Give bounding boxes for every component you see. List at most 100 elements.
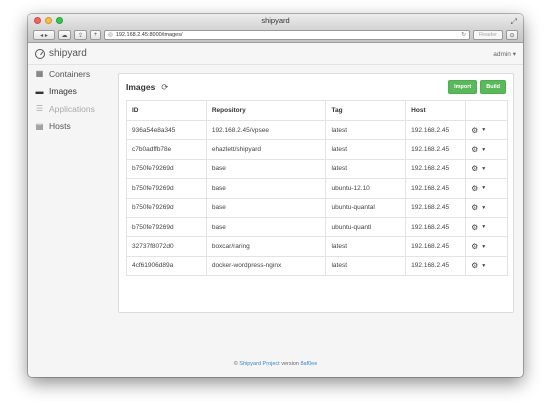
gear-icon: ⚙	[471, 125, 479, 135]
address-bar[interactable]: ◎ 192.168.2.45:8000/images/ ↻	[104, 30, 470, 40]
host-cell: 192.168.2.45	[405, 236, 467, 257]
row-actions-dropdown[interactable]: ⚙ ▼	[471, 126, 486, 135]
host-cell: 192.168.2.45	[405, 119, 467, 141]
sidebar: ▦ Containers ▬ Images ☰ Applications ▤ H…	[28, 65, 116, 135]
row-actions-dropdown[interactable]: ⚙ ▼	[471, 164, 486, 173]
version-link[interactable]: 8af0ee	[300, 361, 317, 367]
globe-icon: ◎	[108, 32, 113, 38]
table-row: c7b0adffb78e ehazlett/shipyard latest 19…	[126, 139, 508, 160]
shipyard-project-link[interactable]: Shipyard Project	[239, 361, 279, 367]
table-row: b750fe79269d base latest 192.168.2.45 ⚙ ▼	[126, 158, 508, 180]
share-icon[interactable]: ⇪	[74, 30, 87, 40]
table-row: 4cf61906d89a docker-wordpress-nginx late…	[126, 255, 508, 277]
tag-cell: latest	[325, 158, 407, 180]
server-icon: ▤	[35, 121, 44, 131]
sidebar-item-containers[interactable]: ▦ Containers	[28, 65, 116, 83]
caret-down-icon: ▼	[481, 165, 487, 172]
user-menu[interactable]: admin ▾	[493, 50, 516, 58]
images-panel: Images ⟳ Import Build ID Repository Tag …	[118, 73, 514, 313]
table-row: 936a54e8a345 192.168.2.45/vpsee latest 1…	[126, 119, 508, 141]
fullscreen-icon[interactable]: ⤢	[511, 15, 517, 29]
clock-logo-icon	[35, 48, 45, 59]
panel-actions: Import Build	[448, 80, 506, 94]
table-row: b750fe79269d base ubuntu-quantal 192.168…	[126, 197, 508, 218]
version-label: version	[281, 361, 299, 367]
sidebar-item-label: Hosts	[49, 121, 71, 132]
tag-cell: ubuntu-quantl	[325, 216, 407, 238]
repository-cell: boxcar/raring	[205, 236, 327, 257]
gear-icon: ⚙	[471, 145, 479, 155]
actions-cell: ⚙ ▼	[465, 119, 508, 141]
row-actions-dropdown[interactable]: ⚙ ▼	[471, 184, 486, 193]
gear-icon: ⚙	[471, 222, 479, 232]
image-id-cell: 936a54e8a345	[126, 119, 207, 141]
footer: © Shipyard Project version 8af0ee	[28, 361, 523, 367]
gear-icon: ⚙	[471, 261, 479, 271]
reader-button[interactable]: Reader	[473, 30, 503, 40]
gear-icon: ⚙	[471, 203, 479, 213]
list-icon: ☰	[35, 104, 44, 114]
row-actions-dropdown[interactable]: ⚙ ▼	[471, 145, 486, 154]
caret-down-icon: ▼	[481, 146, 487, 153]
host-cell: 192.168.2.45	[405, 178, 467, 199]
host-cell: 192.168.2.45	[405, 255, 467, 277]
actions-cell: ⚙ ▼	[465, 255, 508, 277]
browser-window: shipyard ⤢ ◂ ▸ ☁ ⇪ + ◎ 192.168.2.45:8000…	[28, 14, 523, 377]
reload-icon[interactable]: ↻	[461, 32, 466, 38]
repository-cell: base	[205, 158, 327, 180]
gear-icon: ⚙	[471, 242, 479, 252]
row-actions-dropdown[interactable]: ⚙ ▼	[471, 223, 486, 232]
gear-icon: ⚙	[471, 164, 479, 174]
sidebar-item-hosts[interactable]: ▤ Hosts	[28, 118, 116, 136]
minimize-window-button[interactable]	[45, 17, 52, 24]
image-id-cell: b750fe79269d	[126, 178, 207, 199]
table-header-row: ID Repository Tag Host	[126, 100, 508, 121]
actions-cell: ⚙ ▼	[465, 178, 508, 199]
close-window-button[interactable]	[34, 17, 41, 24]
caret-down-icon: ▼	[481, 243, 487, 250]
image-id-cell: b750fe79269d	[126, 216, 207, 238]
tag-cell: latest	[325, 119, 407, 141]
brand[interactable]: shipyard	[35, 48, 87, 59]
actions-cell: ⚙ ▼	[465, 236, 508, 257]
caret-down-icon: ▼	[481, 127, 487, 134]
zoom-window-button[interactable]	[56, 17, 63, 24]
repository-cell: docker-wordpress-nginx	[205, 255, 327, 277]
host-cell: 192.168.2.45	[405, 216, 467, 238]
cloud-icon[interactable]: ☁	[58, 30, 71, 40]
tag-cell: latest	[325, 139, 407, 160]
images-table: ID Repository Tag Host 936a54e8a345 192.…	[126, 100, 508, 277]
caret-down-icon: ▼	[481, 262, 487, 269]
gear-icon: ⚙	[471, 183, 479, 193]
brand-name: shipyard	[49, 48, 87, 59]
tag-cell: ubuntu-quantal	[325, 197, 407, 218]
back-forward-buttons[interactable]: ◂ ▸	[33, 30, 55, 40]
table-row: b750fe79269d base ubuntu-quantl 192.168.…	[126, 216, 508, 238]
host-cell: 192.168.2.45	[405, 139, 467, 160]
row-actions-dropdown[interactable]: ⚙ ▼	[471, 242, 486, 251]
caret-down-icon: ▼	[481, 185, 487, 192]
sidebar-item-label: Applications	[49, 103, 95, 114]
column-header-repository: Repository	[205, 100, 327, 121]
host-cell: 192.168.2.45	[405, 158, 467, 180]
image-id-cell: 32737f8072d0	[126, 236, 207, 257]
sidebar-item-images[interactable]: ▬ Images	[28, 83, 116, 101]
title-bar: shipyard ⤢	[28, 14, 523, 28]
row-actions-dropdown[interactable]: ⚙ ▼	[471, 203, 486, 212]
new-tab-button[interactable]: +	[90, 30, 101, 40]
column-header-host: Host	[405, 100, 467, 121]
sidebar-item-label: Containers	[49, 68, 91, 79]
refresh-icon[interactable]: ⟳	[161, 82, 168, 93]
import-button[interactable]: Import	[448, 80, 478, 94]
tag-cell: latest	[325, 236, 407, 257]
actions-cell: ⚙ ▼	[465, 158, 508, 180]
repository-cell: base	[205, 216, 327, 238]
column-header-id: ID	[126, 100, 207, 121]
build-button[interactable]: Build	[480, 80, 506, 94]
repository-cell: base	[205, 178, 327, 199]
sidebar-item-applications[interactable]: ☰ Applications	[28, 100, 116, 118]
grid-icon: ▦	[35, 69, 44, 79]
row-actions-dropdown[interactable]: ⚙ ▼	[471, 261, 486, 270]
copyright-symbol: ©	[233, 361, 238, 367]
downloads-icon[interactable]: ⊙	[506, 30, 518, 40]
